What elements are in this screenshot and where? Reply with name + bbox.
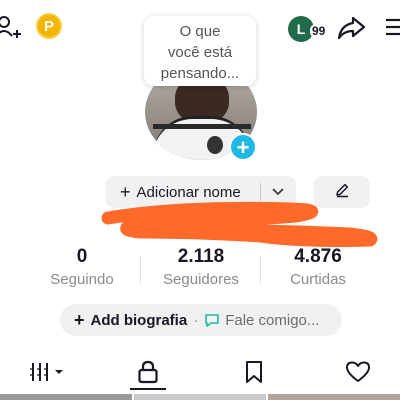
following-stat[interactable]: 0 Seguindo: [27, 246, 137, 290]
person-plus-icon[interactable]: [0, 14, 22, 40]
bubble-line: pensando...: [160, 65, 240, 82]
hamburger-menu-icon[interactable]: [384, 16, 400, 38]
add-bio-button[interactable]: + Add biografia · Fale comigo...: [60, 304, 342, 336]
plus-icon: +: [74, 309, 85, 330]
bubble-line: você está: [167, 44, 233, 61]
share-arrow-icon[interactable]: [336, 14, 366, 42]
chevron-down-icon[interactable]: [261, 188, 296, 196]
add-name-label: Adicionar nome: [136, 183, 241, 201]
tab-videos[interactable]: [22, 352, 72, 392]
tab-private[interactable]: [128, 352, 168, 392]
followers-label: Seguidores: [163, 271, 239, 288]
coin-letter: P: [36, 13, 62, 39]
followers-stat[interactable]: 2.118 Seguidores: [146, 246, 256, 290]
lock-icon: [137, 360, 159, 384]
add-bio: + Add biografia: [74, 310, 187, 331]
chat-prompt-label: Fale comigo...: [225, 311, 320, 329]
add-bio-label: Add biografia: [90, 311, 188, 329]
grid-thumbnail[interactable]: [134, 394, 266, 400]
selected-tab-indicator: [130, 388, 166, 390]
videos-grid-icon: [30, 361, 64, 383]
likes-label: Curtidas: [290, 271, 346, 288]
bubble-line: O que: [179, 23, 221, 40]
heart-icon: [345, 360, 371, 384]
content-grid-preview: [0, 394, 400, 400]
chat-prompt: Fale comigo...: [204, 312, 319, 329]
team-crest: [207, 136, 223, 154]
coin-icon[interactable]: P: [36, 13, 62, 39]
separator: ·: [193, 311, 199, 329]
add-name-button[interactable]: + Adicionar nome: [106, 183, 260, 201]
profile-switcher[interactable]: L 99: [288, 14, 332, 44]
tab-liked[interactable]: [338, 352, 378, 392]
following-label: Seguindo: [50, 271, 114, 288]
likes-stat[interactable]: 4.876 Curtidas: [263, 246, 373, 290]
grid-thumbnail[interactable]: [0, 394, 132, 400]
tab-saved[interactable]: [234, 352, 274, 392]
notification-count-badge: 99: [310, 24, 328, 38]
divider: [140, 256, 141, 284]
divider: [260, 256, 261, 284]
bookmark-icon: [244, 360, 264, 384]
status-bubble[interactable]: O que você está pensando...: [144, 16, 256, 86]
redaction-scribble: [101, 201, 378, 247]
photo-shirt-stripe: [153, 124, 251, 129]
plus-icon: +: [120, 182, 131, 202]
add-photo-button[interactable]: +: [229, 133, 257, 161]
chat-bubble-icon: [204, 312, 220, 328]
profile-tabs: [0, 352, 400, 392]
grid-thumbnail[interactable]: [268, 394, 400, 400]
